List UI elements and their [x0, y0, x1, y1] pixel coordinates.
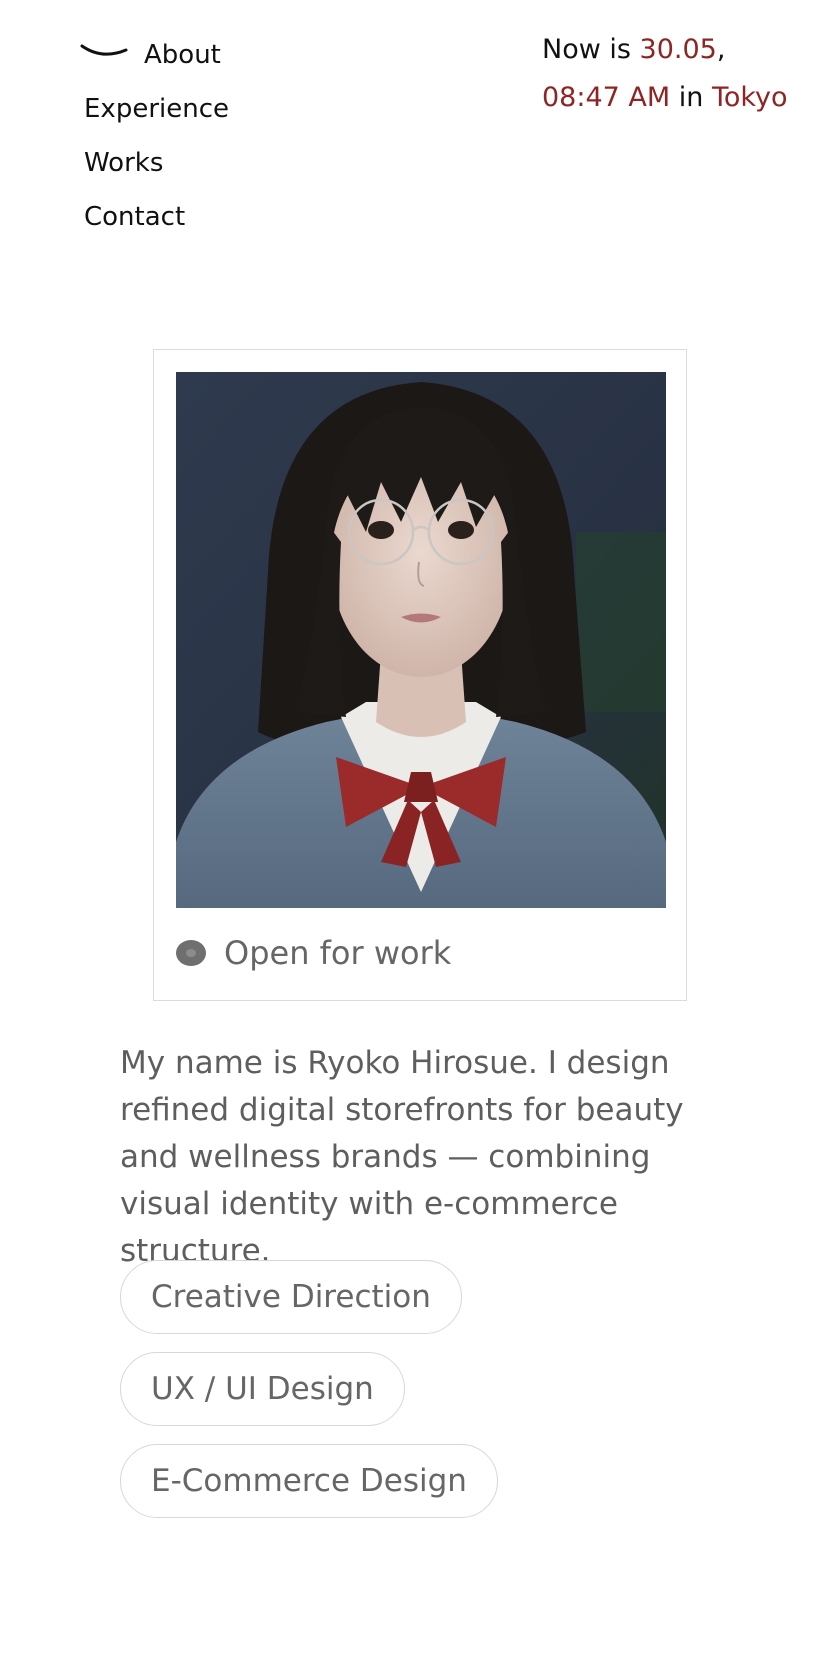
status-label: Open for work — [224, 934, 452, 972]
clock-date: 30.05 — [639, 34, 717, 65]
clock-comma: , — [716, 34, 726, 65]
clock-time: 08:47 AM — [542, 82, 671, 113]
tag-creative-direction[interactable]: Creative Direction — [120, 1260, 462, 1334]
profile-photo — [176, 372, 666, 908]
skill-tags: Creative Direction UX / UI Design E-Comm… — [120, 1260, 760, 1518]
clock-in: in — [670, 82, 712, 113]
tag-e-commerce-design[interactable]: E-Commerce Design — [120, 1444, 498, 1518]
tag-ux-ui-design[interactable]: UX / UI Design — [120, 1352, 405, 1426]
nav-item-works[interactable]: Works — [84, 136, 229, 190]
bio-text: My name is Ryoko Hirosue. I design refin… — [120, 1045, 684, 1269]
clock-prefix: Now is — [542, 34, 640, 65]
nav-item-contact[interactable]: Contact — [84, 190, 229, 244]
profile-card: Open for work — [153, 349, 687, 1001]
portfolio-page: About Experience Works Contact Now is 30… — [0, 0, 840, 1680]
logo-mark-icon — [80, 44, 128, 56]
nav-item-experience[interactable]: Experience — [84, 82, 229, 136]
local-time: Now is 30.05, 08:47 AM in Tokyo — [542, 26, 812, 122]
clock-city: Tokyo — [711, 82, 788, 113]
main-nav: About Experience Works Contact — [80, 28, 229, 244]
availability-status: Open for work — [176, 934, 451, 972]
status-dot-icon — [176, 940, 206, 966]
